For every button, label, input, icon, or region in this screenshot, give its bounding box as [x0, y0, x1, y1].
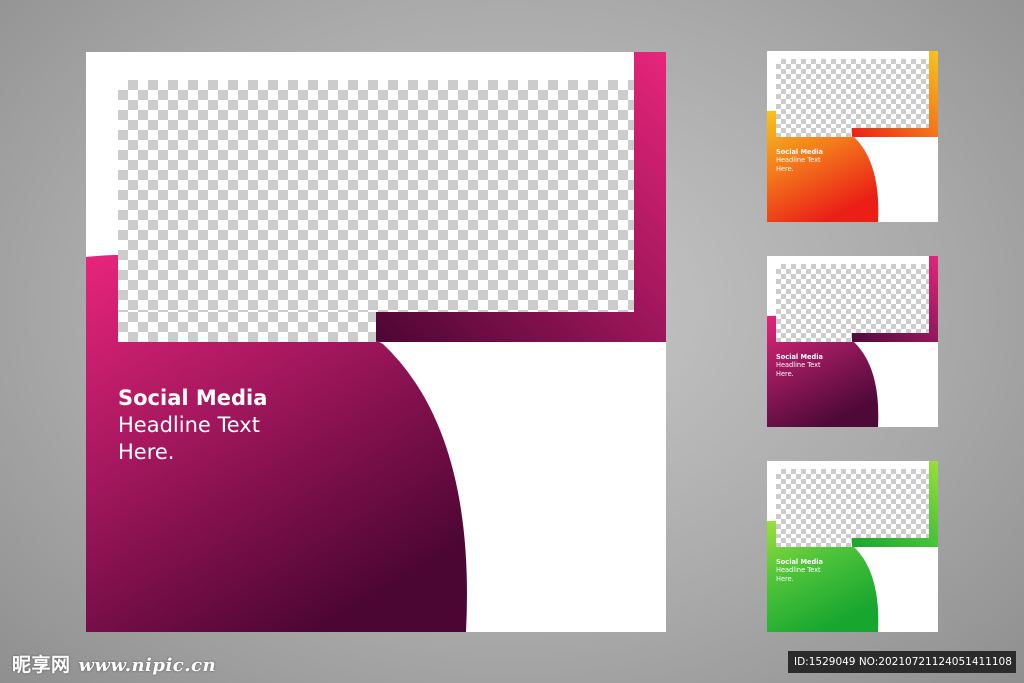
watermark-id-bar: ID:1529049 NO:20210721124051411108	[788, 651, 1016, 673]
headline-text: Social Media Headline Text Here.	[776, 148, 823, 173]
image-placeholder	[776, 538, 852, 547]
headline-line-1: Social Media	[776, 148, 823, 156]
headline-line-1: Social Media	[118, 386, 268, 410]
headline-line-2: Headline Text	[776, 566, 821, 575]
headline-line-3: Here.	[776, 574, 794, 583]
headline-line-1: Social Media	[776, 558, 823, 566]
headline-line-1: Social Media	[776, 353, 823, 361]
image-placeholder	[118, 312, 376, 342]
headline-line-2: Headline Text	[118, 412, 260, 437]
template-main: Social Media Headline Text Here.	[86, 52, 666, 632]
image-placeholder	[118, 80, 634, 312]
watermark-id-text: ID:1529049 NO:20210721124051411108	[794, 656, 1012, 668]
image-placeholder	[776, 469, 929, 538]
watermark-url: www.nipic.cn	[78, 655, 217, 676]
watermark-logo: 昵享网 www.nipic.cn	[12, 650, 216, 677]
image-placeholder	[776, 264, 929, 333]
headline-line-3: Here.	[776, 369, 794, 378]
image-placeholder	[776, 59, 929, 128]
watermark-logo-text: 昵享网	[12, 654, 71, 676]
template-green: Social Media Headline Text Here.	[767, 461, 938, 632]
image-placeholder	[776, 128, 852, 137]
headline-text: Social Media Headline Text Here.	[776, 353, 823, 378]
headline-line-3: Here.	[118, 439, 175, 464]
template-magenta: Social Media Headline Text Here.	[767, 256, 938, 427]
template-orange: Social Media Headline Text Here.	[767, 51, 938, 222]
headline-line-2: Headline Text	[776, 156, 821, 165]
image-placeholder	[776, 333, 852, 342]
headline-line-3: Here.	[776, 164, 794, 173]
headline-text: Social Media Headline Text Here.	[776, 558, 823, 583]
headline-line-2: Headline Text	[776, 361, 821, 370]
headline-text: Social Media Headline Text Here.	[118, 385, 267, 466]
